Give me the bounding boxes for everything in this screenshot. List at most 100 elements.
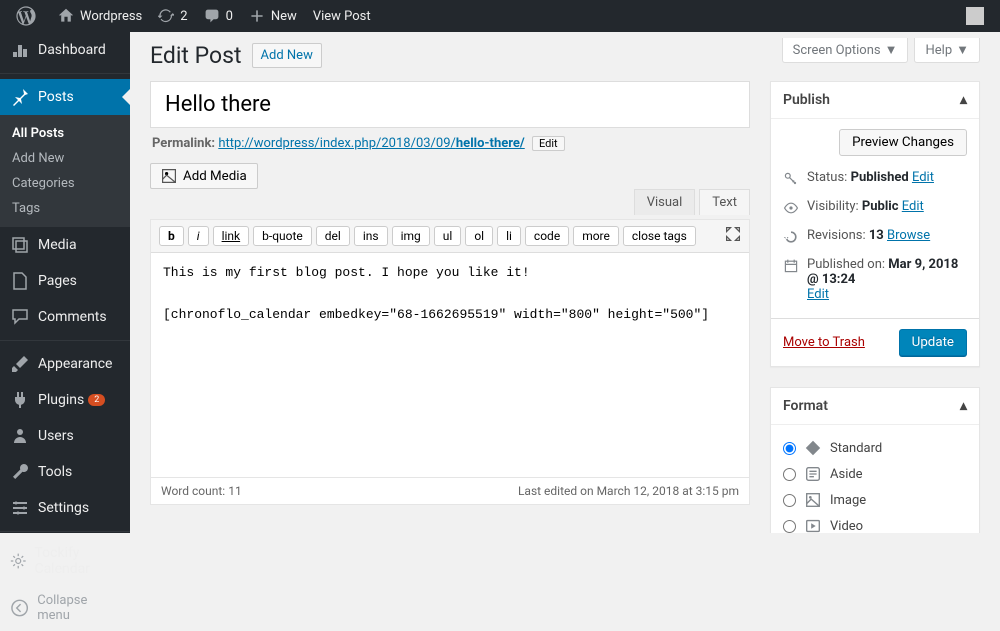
- media-icon: [161, 168, 177, 184]
- qt-bold[interactable]: b: [159, 226, 184, 246]
- format-title: Format: [783, 398, 828, 414]
- dashboard-icon: [10, 40, 30, 60]
- view-post-link[interactable]: View Post: [305, 0, 379, 32]
- permalink-link[interactable]: http://wordpress/index.php/2018/03/09/he…: [218, 136, 524, 151]
- edit-status-link[interactable]: Edit: [912, 170, 934, 185]
- permalink-slug: hello-there/: [456, 136, 525, 151]
- sidebar-subitem-tags[interactable]: Tags: [0, 196, 130, 221]
- collapse-label: Collapse menu: [37, 593, 120, 623]
- page-icon: [10, 271, 30, 291]
- qt-img[interactable]: img: [392, 226, 430, 246]
- collapse-menu[interactable]: Collapse menu: [0, 585, 130, 631]
- format-radio[interactable]: [783, 494, 796, 507]
- format-box-header[interactable]: Format ▴: [771, 388, 979, 425]
- sidebar-label: Settings: [38, 500, 89, 516]
- editor-mode-tabs: Visual Text: [630, 189, 750, 215]
- sidebar-item-users[interactable]: Users: [0, 418, 130, 454]
- calendar-icon: [783, 258, 799, 274]
- fullscreen-toggle[interactable]: [725, 226, 741, 246]
- contextual-tabs: Screen Options ▼ Help ▼: [782, 38, 980, 63]
- format-video-icon: [804, 517, 822, 533]
- update-icon: [158, 8, 174, 24]
- add-new-button[interactable]: Add New: [252, 43, 322, 68]
- qt-close-tags[interactable]: close tags: [623, 226, 696, 246]
- format-label: Aside: [830, 467, 863, 482]
- sliders-icon: [10, 498, 30, 518]
- sidebar-item-settings[interactable]: Settings: [0, 490, 130, 526]
- format-label: Image: [830, 493, 866, 508]
- qt-del[interactable]: del: [316, 226, 350, 246]
- sidebar-item-plugins[interactable]: Plugins 2: [0, 382, 130, 418]
- chevron-down-icon: ▼: [956, 42, 969, 58]
- new-content-link[interactable]: New: [241, 0, 305, 32]
- add-media-button[interactable]: Add Media: [150, 163, 258, 189]
- sidebar-item-pages[interactable]: Pages: [0, 263, 130, 299]
- format-option-standard[interactable]: Standard: [783, 435, 967, 461]
- publish-box-header[interactable]: Publish▴: [771, 82, 979, 119]
- qt-code[interactable]: code: [525, 226, 569, 246]
- qt-bquote[interactable]: b-quote: [253, 226, 312, 246]
- preview-changes-button[interactable]: Preview Changes: [839, 129, 967, 156]
- sidebar-item-tools[interactable]: Tools: [0, 454, 130, 490]
- format-radio[interactable]: [783, 442, 796, 455]
- sidebar-label: Appearance: [38, 356, 112, 372]
- sidebar-item-appearance[interactable]: Appearance: [0, 346, 130, 382]
- user-icon: [10, 426, 30, 446]
- plugins-badge: 2: [88, 394, 105, 406]
- sidebar-item-tockify[interactable]: Tockify Calendar: [0, 537, 130, 585]
- visibility-row: Visibility: Public Edit: [783, 193, 967, 222]
- sidebar-submenu-posts: All Posts Add New Categories Tags: [0, 115, 130, 227]
- qt-link[interactable]: link: [213, 226, 250, 246]
- edit-visibility-link[interactable]: Edit: [902, 199, 924, 214]
- sidebar-subitem-add-new[interactable]: Add New: [0, 146, 130, 171]
- view-post-label: View Post: [313, 9, 371, 24]
- move-to-trash-link[interactable]: Move to Trash: [783, 335, 865, 350]
- sidebar-label: Pages: [38, 273, 77, 289]
- sidebar-item-posts[interactable]: Posts: [0, 79, 130, 115]
- fullscreen-icon: [725, 226, 741, 242]
- post-title-input[interactable]: [150, 81, 750, 128]
- format-option-image[interactable]: Image: [783, 487, 967, 513]
- sidebar-subitem-categories[interactable]: Categories: [0, 171, 130, 196]
- screen-options-tab[interactable]: Screen Options ▼: [782, 38, 909, 63]
- format-option-video[interactable]: Video: [783, 513, 967, 533]
- comments-link[interactable]: 0: [196, 0, 241, 32]
- sidebar-label: Plugins: [38, 392, 84, 408]
- format-option-aside[interactable]: Aside: [783, 461, 967, 487]
- chevron-down-icon: ▼: [885, 42, 898, 58]
- sidebar-label: Comments: [38, 309, 107, 325]
- qt-li[interactable]: li: [497, 226, 521, 246]
- browse-revisions-link[interactable]: Browse: [887, 228, 930, 243]
- chevron-up-icon: ▴: [960, 92, 967, 108]
- permalink-base: http://wordpress/index.php/2018/03/09/: [218, 136, 456, 151]
- qt-ul[interactable]: ul: [434, 226, 462, 246]
- editor-tab-text[interactable]: Text: [699, 189, 750, 215]
- format-radio[interactable]: [783, 520, 796, 533]
- format-radio[interactable]: [783, 468, 796, 481]
- comments-icon: [10, 307, 30, 327]
- updates-link[interactable]: 2: [150, 0, 195, 32]
- sidebar-item-media[interactable]: Media: [0, 227, 130, 263]
- qt-more[interactable]: more: [573, 226, 619, 246]
- sidebar-item-comments[interactable]: Comments: [0, 299, 130, 335]
- format-aside-icon: [804, 465, 822, 483]
- help-tab[interactable]: Help ▼: [914, 38, 980, 63]
- chevron-up-icon: ▴: [960, 398, 967, 414]
- permalink-edit-button[interactable]: Edit: [532, 136, 565, 151]
- post-content-textarea[interactable]: [151, 253, 749, 473]
- user-account[interactable]: [958, 0, 992, 32]
- sidebar-item-dashboard[interactable]: Dashboard: [0, 32, 130, 68]
- editor-tab-visual[interactable]: Visual: [634, 189, 696, 215]
- update-button[interactable]: Update: [899, 329, 967, 356]
- edit-date-link[interactable]: Edit: [807, 287, 829, 302]
- add-media-label: Add Media: [183, 169, 247, 184]
- sidebar-subitem-all-posts[interactable]: All Posts: [0, 121, 130, 146]
- format-standard-icon: [804, 439, 822, 457]
- wp-logo[interactable]: [8, 0, 50, 32]
- qt-italic[interactable]: i: [188, 226, 209, 246]
- qt-ol[interactable]: ol: [465, 226, 493, 246]
- qt-ins[interactable]: ins: [354, 226, 388, 246]
- permalink-label: Permalink:: [152, 136, 215, 151]
- site-name-link[interactable]: Wordpress: [50, 0, 150, 32]
- editor-footer: Word count: 11 Last edited on March 12, …: [151, 477, 749, 504]
